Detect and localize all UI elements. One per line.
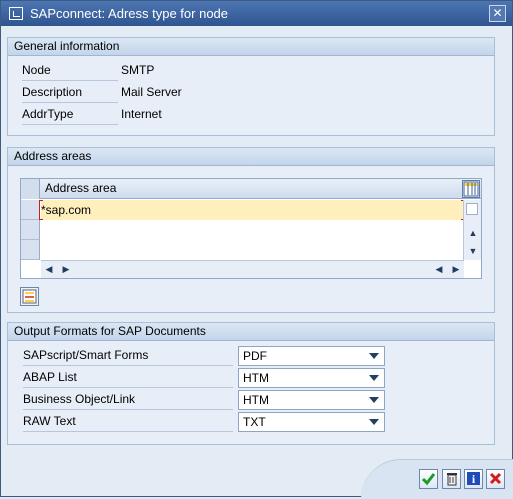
dropdown-arrow-icon[interactable] — [369, 375, 379, 381]
check-icon — [421, 473, 436, 486]
output-format-row-3: Business Object/Link HTM — [23, 390, 485, 410]
window-title: SAPconnect: Adress type for node — [30, 6, 229, 21]
title-bar[interactable]: SAPconnect: Adress type for node ✕ — [1, 1, 512, 26]
delete-button[interactable] — [442, 469, 461, 489]
address-area-row-2[interactable] — [41, 220, 464, 240]
horizontal-scrollbar[interactable]: ◀ ▶ ◀ ▶ — [41, 260, 464, 278]
dropdown-arrow-icon[interactable] — [369, 397, 379, 403]
row-selector-2[interactable] — [21, 220, 40, 240]
description-label: Description — [22, 83, 118, 103]
close-button[interactable]: ✕ — [489, 5, 506, 22]
general-information-group: General information Node SMTP Descriptio… — [7, 37, 495, 136]
table-header: Address area — [21, 179, 481, 199]
node-row: Node SMTP — [22, 61, 482, 81]
description-row: Description Mail Server — [22, 83, 482, 103]
addrtype-value: Internet — [121, 107, 162, 121]
output-format-label: ABAP List — [23, 368, 233, 388]
confirm-button[interactable] — [419, 469, 438, 489]
address-area-table: Address area *sap.com ▲ ▼ ◀ ▶ ◀ ▶ — [20, 178, 482, 279]
scroll-up-icon[interactable]: ▲ — [467, 229, 479, 238]
selected-format: HTM — [243, 393, 269, 407]
selected-format: HTM — [243, 371, 269, 385]
output-format-row-4: RAW Text TXT — [23, 412, 485, 432]
format-select[interactable]: PDF — [238, 346, 385, 366]
addrtype-row: AddrType Internet — [22, 105, 482, 125]
selected-format: TXT — [243, 415, 266, 429]
format-select[interactable]: HTM — [238, 368, 385, 388]
scroll-left-icon[interactable]: ◀ — [434, 265, 444, 274]
insert-row-button[interactable] — [20, 287, 39, 306]
column-layout-icon[interactable] — [462, 180, 480, 198]
description-value: Mail Server — [121, 85, 182, 99]
selected-format: PDF — [243, 349, 267, 363]
information-button[interactable]: i — [464, 469, 483, 489]
trash-icon — [447, 473, 457, 486]
output-format-row-1: SAPscript/Smart Forms PDF — [23, 346, 485, 366]
sap-dialog-window: SAPconnect: Adress type for node ✕ Gener… — [0, 0, 513, 499]
format-select[interactable]: HTM — [238, 390, 385, 410]
address-areas-title: Address areas — [8, 148, 494, 166]
row-checkbox-icon[interactable] — [466, 203, 478, 215]
insert-row-icon — [22, 289, 37, 304]
general-information-title: General information — [8, 38, 494, 56]
scroll-down-icon[interactable]: ▼ — [467, 247, 479, 256]
node-label: Node — [22, 61, 118, 81]
address-areas-group: Address areas Address area *sap.com ▲ ▼ … — [7, 147, 495, 313]
address-area-column-header[interactable]: Address area — [45, 179, 116, 199]
node-value: SMTP — [121, 63, 155, 77]
cancel-button[interactable] — [486, 469, 505, 489]
output-format-label: Business Object/Link — [23, 390, 233, 410]
format-select[interactable]: TXT — [238, 412, 385, 432]
output-formats-title: Output Formats for SAP Documents — [8, 323, 494, 341]
scroll-left-icon[interactable]: ◀ — [44, 265, 54, 274]
output-format-row-2: ABAP List HTM — [23, 368, 485, 388]
cancel-icon — [489, 472, 502, 485]
address-area-cell[interactable]: *sap.com — [41, 203, 91, 217]
vertical-scrollbar[interactable]: ▲ ▼ — [463, 200, 481, 260]
output-formats-group: Output Formats for SAP Documents SAPscri… — [7, 322, 495, 445]
dialog-icon — [9, 7, 23, 20]
dropdown-arrow-icon[interactable] — [369, 353, 379, 359]
row-selector-3[interactable] — [21, 240, 40, 260]
info-icon: i — [467, 472, 480, 486]
address-area-row-3[interactable] — [41, 240, 464, 260]
output-format-label: SAPscript/Smart Forms — [23, 346, 233, 366]
addrtype-label: AddrType — [22, 105, 118, 125]
output-format-label: RAW Text — [23, 412, 233, 432]
dropdown-arrow-icon[interactable] — [369, 419, 379, 425]
address-area-row-1[interactable]: *sap.com — [39, 200, 465, 220]
select-all-cell[interactable] — [21, 179, 40, 199]
row-selector-1[interactable] — [21, 200, 40, 220]
scroll-right-icon[interactable]: ▶ — [451, 265, 461, 274]
scroll-right-icon[interactable]: ▶ — [61, 265, 71, 274]
